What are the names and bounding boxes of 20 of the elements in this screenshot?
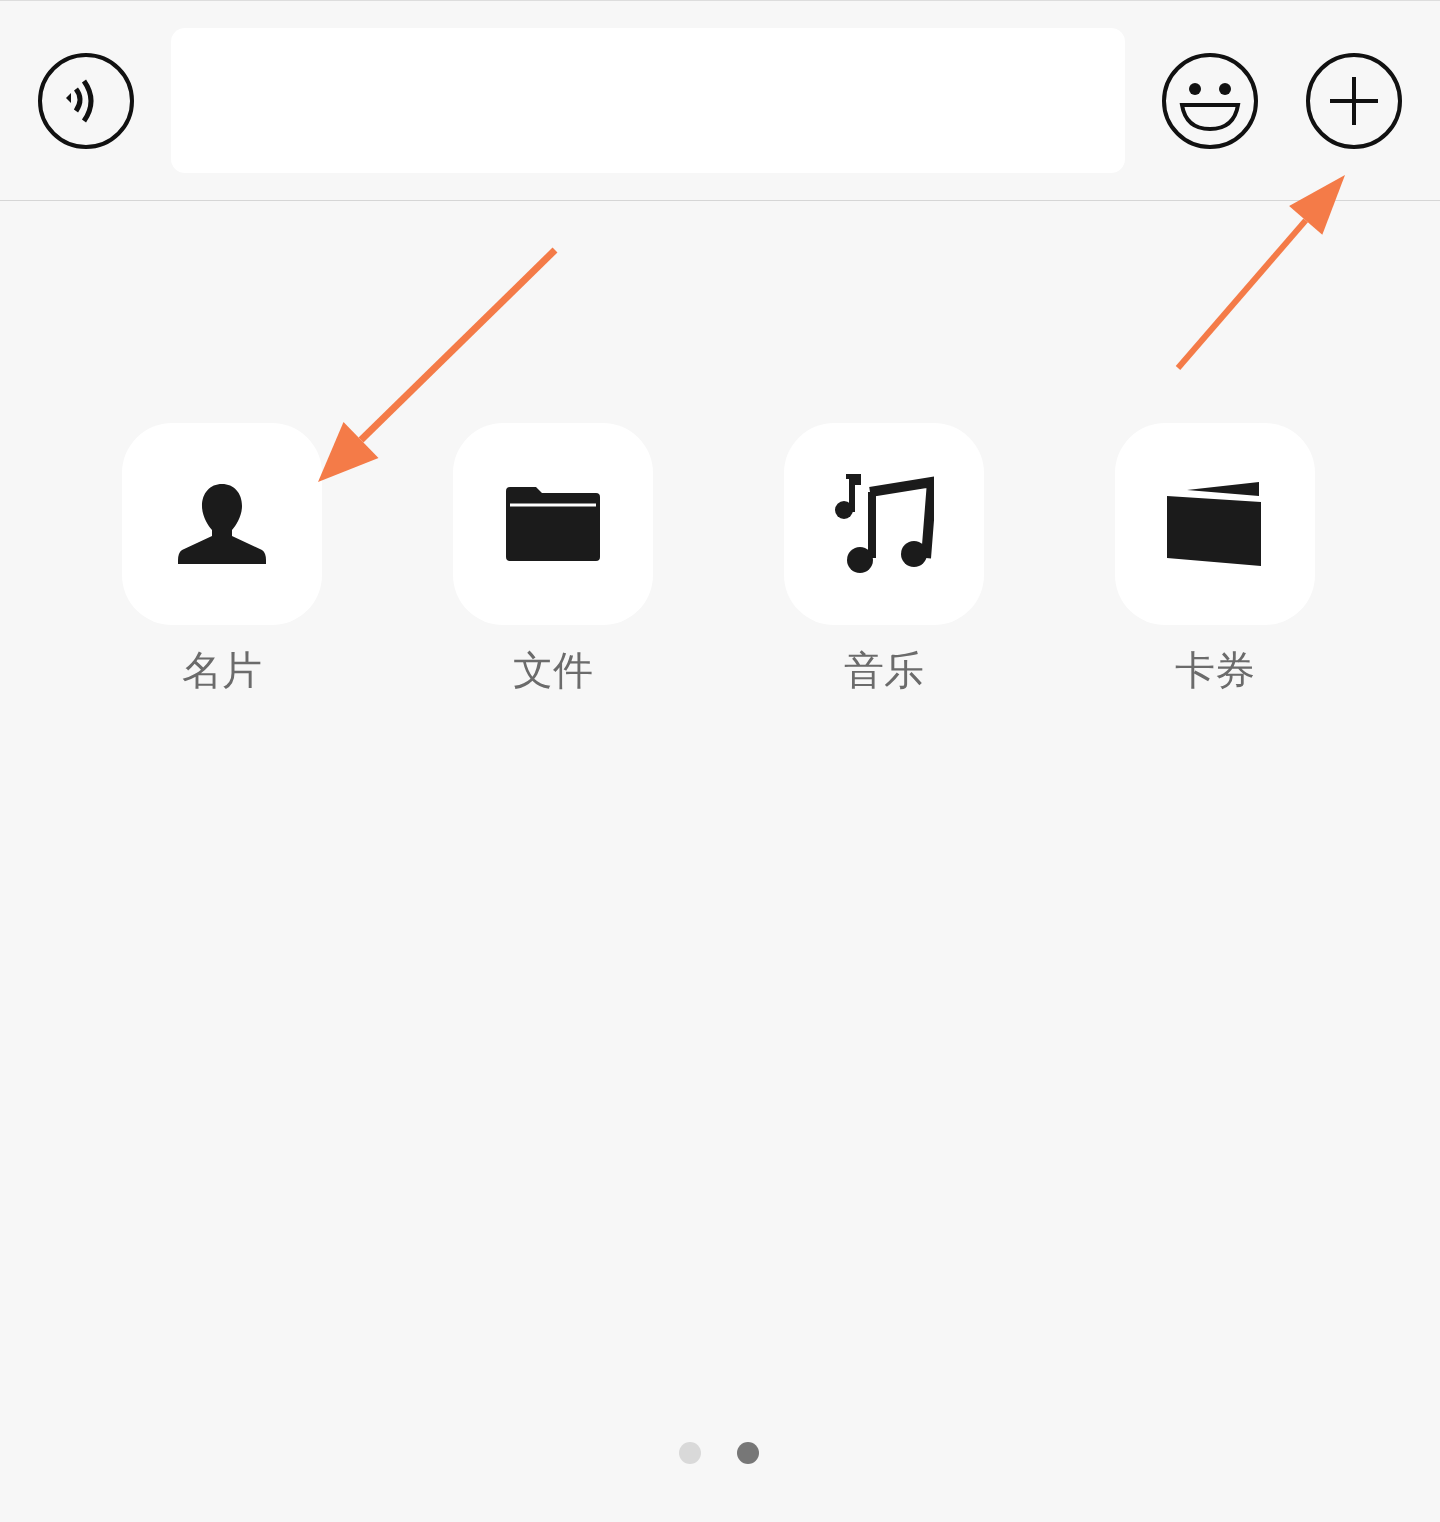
card-icon: [1167, 482, 1263, 566]
page-dot[interactable]: [679, 1442, 701, 1464]
app-label: 音乐: [844, 646, 924, 695]
emoji-button[interactable]: [1162, 52, 1258, 149]
app-label: 文件: [513, 646, 593, 695]
app-label: 卡券: [1175, 646, 1255, 695]
music-notes-icon: [834, 474, 934, 574]
folder-icon: [506, 487, 600, 561]
smiley-icon: [1162, 52, 1258, 149]
app-label: 名片: [182, 646, 262, 695]
voice-button[interactable]: [38, 52, 134, 149]
app-tile[interactable]: [784, 423, 984, 625]
app-tile[interactable]: [1115, 423, 1315, 625]
person-icon: [178, 482, 266, 566]
app-tile[interactable]: [453, 423, 653, 625]
app-tile[interactable]: [122, 423, 322, 625]
plus-button[interactable]: [1306, 52, 1402, 149]
page-dot[interactable]: [737, 1442, 759, 1464]
voice-icon: [38, 52, 134, 149]
plus-icon: [1306, 52, 1402, 149]
